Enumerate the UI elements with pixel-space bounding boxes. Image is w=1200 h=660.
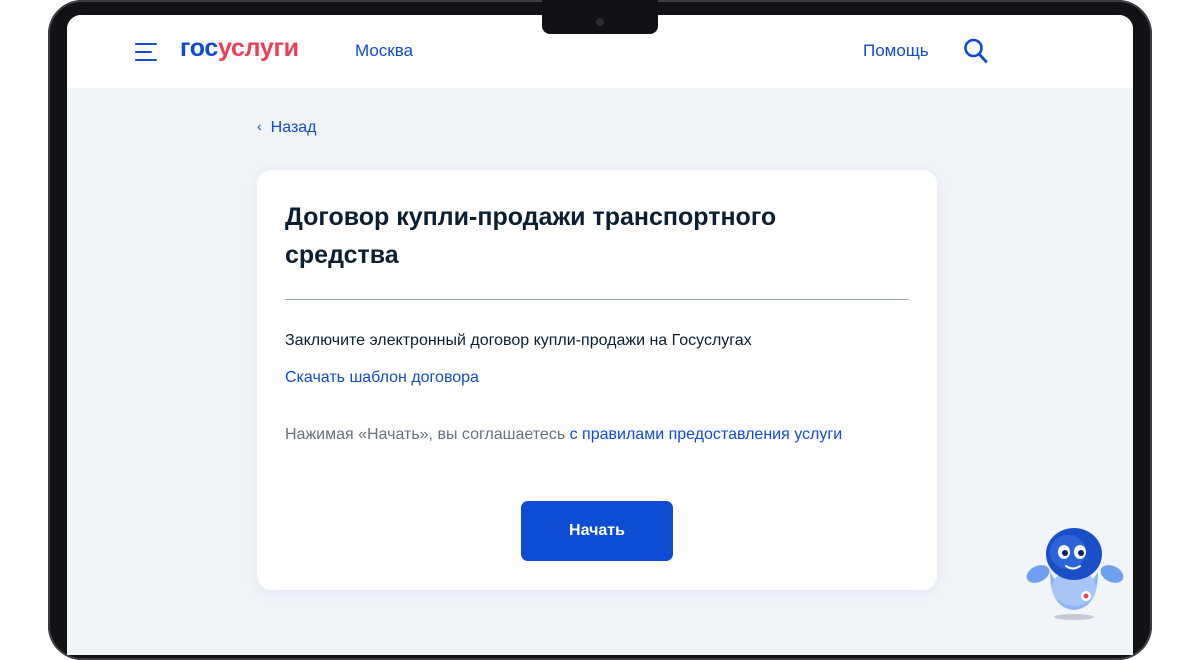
service-rules-link[interactable]: с правилами предоставления услуги <box>570 426 843 443</box>
logo-part-uslugi: услуги <box>218 34 299 62</box>
back-label: Назад <box>270 119 317 136</box>
robot-assistant-icon[interactable] <box>1024 522 1128 622</box>
chevron-left-icon: ‹ <box>257 118 262 134</box>
service-card: Договор купли-продажи транспортного сред… <box>257 170 937 590</box>
logo-part-gos: гос <box>180 34 219 62</box>
camera-notch <box>542 0 658 34</box>
service-description: Заключите электронный договор купли-прод… <box>285 332 752 349</box>
download-template-link[interactable]: Скачать шаблон договора <box>285 369 479 387</box>
divider <box>285 299 909 300</box>
webcam <box>596 18 604 26</box>
help-link[interactable]: Помощь <box>863 41 929 61</box>
city-selector[interactable]: Москва <box>355 41 413 61</box>
agreement-text: Нажимая «Начать», вы соглашаетесь с прав… <box>285 422 885 448</box>
browser-screen: госуслуги Москва Помощь ‹ Назад Договор к… <box>67 15 1133 655</box>
search-icon[interactable] <box>963 37 989 65</box>
gosuslugi-logo[interactable]: госуслуги <box>180 34 299 63</box>
page-title: Договор купли-продажи транспортного сред… <box>285 203 777 269</box>
agreement-prefix: Нажимая «Начать», вы соглашаетесь <box>285 426 570 443</box>
back-link[interactable]: ‹ Назад <box>257 118 317 137</box>
start-button[interactable]: Начать <box>521 501 673 561</box>
hamburger-menu-icon[interactable] <box>135 43 157 61</box>
